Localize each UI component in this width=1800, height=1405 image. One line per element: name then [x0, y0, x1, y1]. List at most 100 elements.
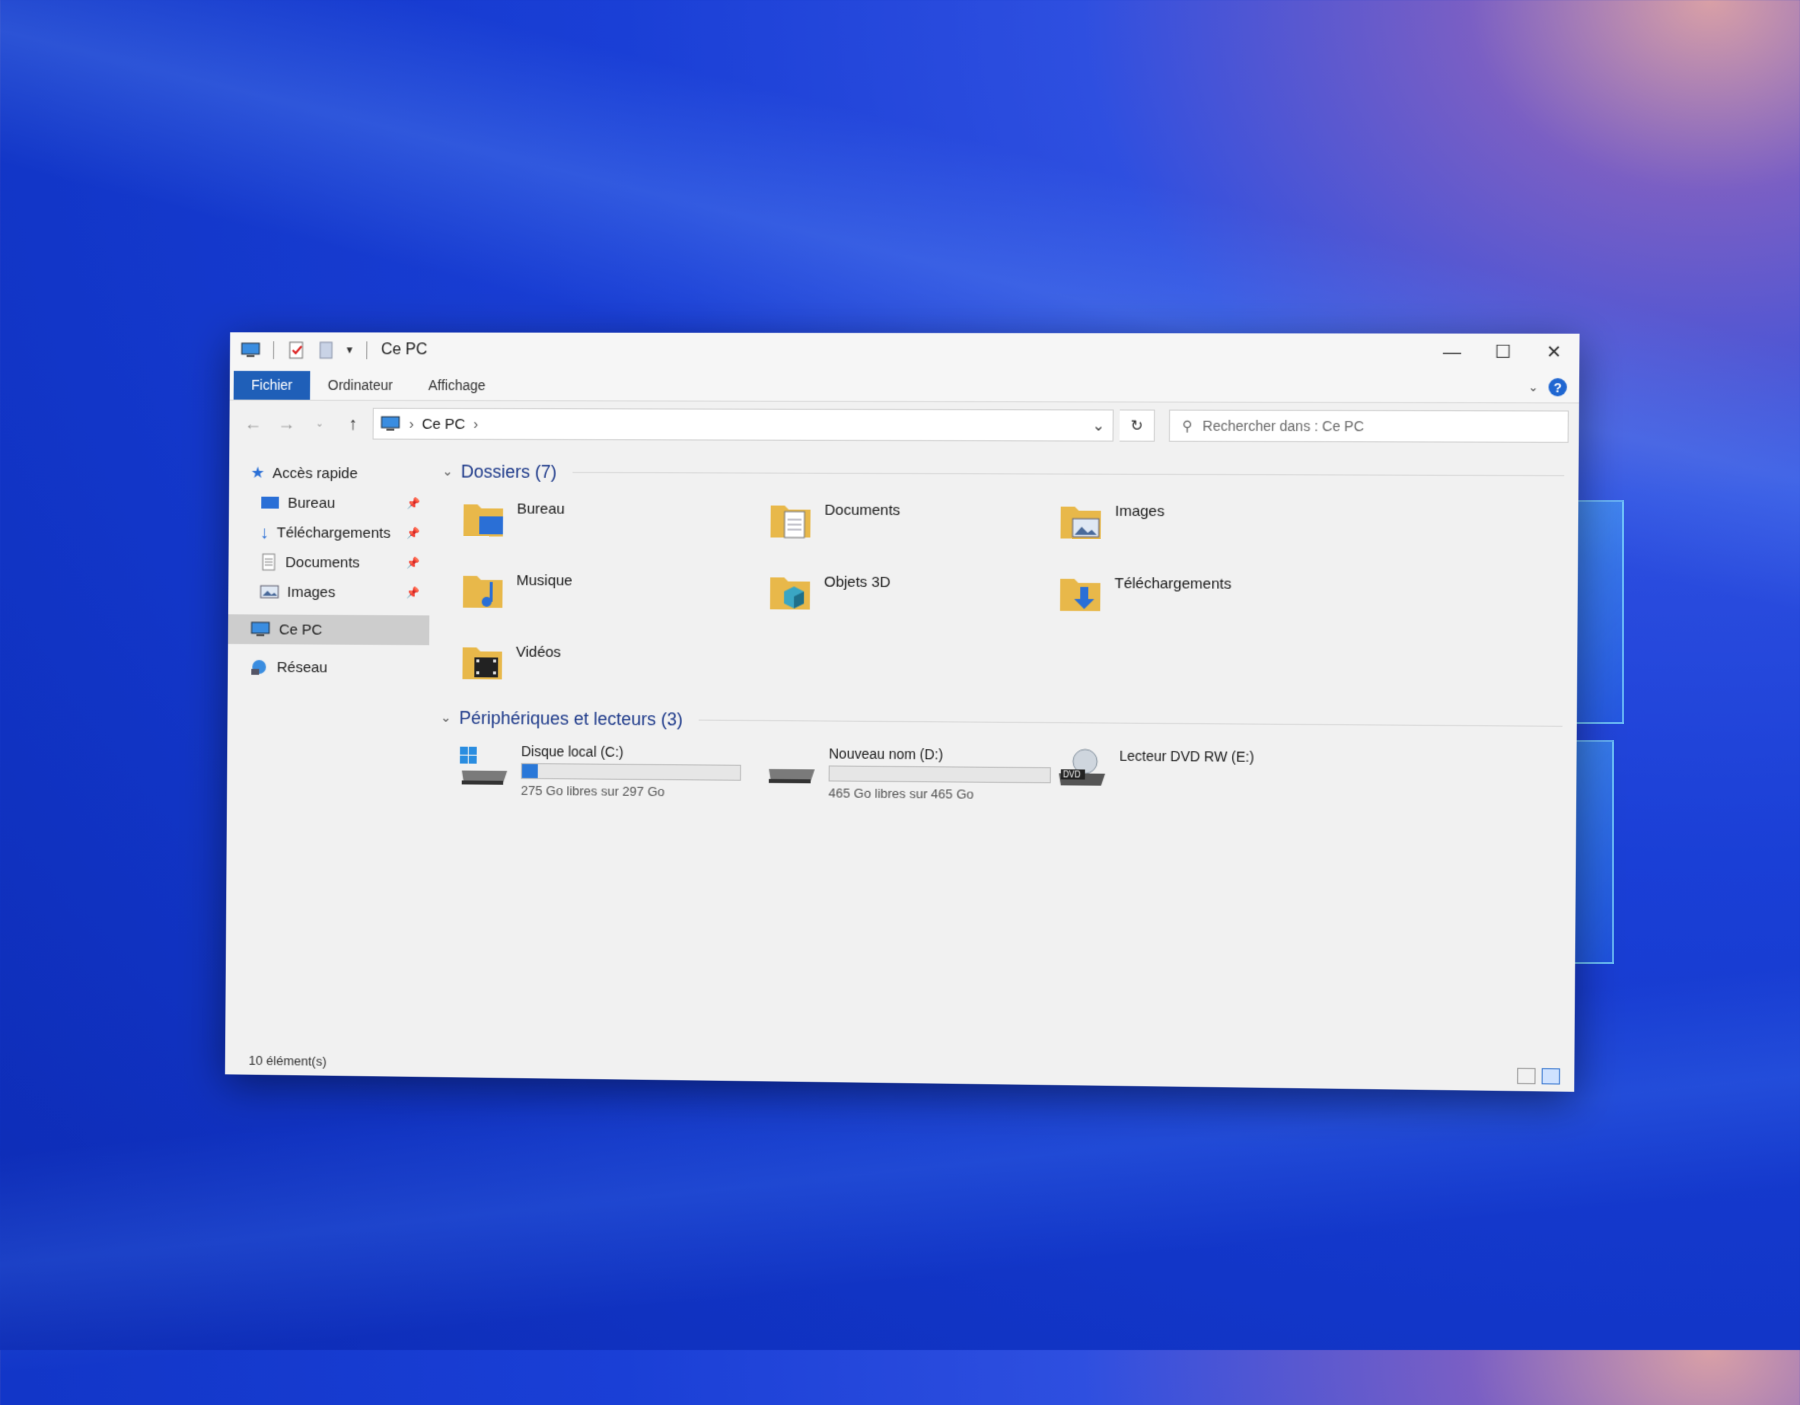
images-folder-icon [1056, 497, 1105, 545]
folder-label: Bureau [517, 495, 565, 518]
up-button[interactable]: ↑ [339, 410, 367, 438]
folder-label: Images [1115, 497, 1165, 520]
nav-label: Ce PC [279, 621, 322, 638]
svg-text:DVD: DVD [1063, 770, 1081, 779]
documents-folder-icon [766, 496, 814, 544]
forward-button[interactable]: → [272, 410, 300, 438]
tab-file[interactable]: Fichier [234, 371, 311, 400]
nav-label: Téléchargements [277, 524, 391, 541]
window-title: Ce PC [381, 341, 427, 359]
nav-network[interactable]: Réseau [228, 652, 429, 683]
folder-item[interactable]: Musique [459, 566, 766, 623]
expand-ribbon-icon[interactable]: ⌄ [1528, 380, 1538, 394]
new-folder-icon[interactable] [315, 341, 337, 359]
group-title: Périphériques et lecteurs (3) [459, 707, 683, 729]
folder-label: Objets 3D [824, 568, 891, 591]
title-bar: ▼ Ce PC — ☐ ✕ [230, 332, 1580, 370]
drive-free-space: 465 Go libres sur 465 Go [828, 785, 1050, 802]
desktop-folder-icon [459, 494, 507, 542]
nav-images[interactable]: Images 📌 [228, 577, 429, 608]
navigation-pane: ★ Accès rapide Bureau 📌 ↓ Téléchargement… [225, 446, 430, 1042]
drive-item[interactable]: Nouveau nom (D:) 465 Go libres sur 465 G… [765, 745, 1055, 802]
folder-item[interactable]: Bureau [459, 494, 766, 551]
large-icons-view-button[interactable] [1542, 1068, 1560, 1084]
collapse-chevron-icon[interactable]: ⌄ [440, 710, 451, 726]
navigation-bar: ← → ⌄ ↑ › Ce PC › ⌄ ↻ ⚲ Rechercher dans … [229, 401, 1579, 450]
maximize-button[interactable]: ☐ [1477, 334, 1528, 370]
drive-free-space: 275 Go libres sur 297 Go [521, 783, 741, 800]
breadcrumb-location[interactable]: Ce PC [422, 415, 466, 432]
recent-locations-icon[interactable]: ⌄ [306, 410, 334, 438]
customize-toolbar-icon[interactable]: ▼ [345, 345, 355, 356]
folder-label: Documents [824, 496, 900, 519]
folders-group-header[interactable]: ⌄ Dossiers (7) [442, 457, 1564, 491]
nav-label: Réseau [277, 659, 328, 676]
music-folder-icon [459, 566, 507, 614]
images-icon [260, 584, 280, 600]
drive-label: Nouveau nom (D:) [829, 745, 1051, 763]
close-button[interactable]: ✕ [1528, 334, 1579, 370]
nav-downloads[interactable]: ↓ Téléchargements 📌 [229, 517, 430, 548]
file-explorer-window: ▼ Ce PC — ☐ ✕ Fichier Ordinateur Afficha… [225, 332, 1580, 1091]
folder-label: Musique [516, 566, 572, 589]
desktop-icon [260, 495, 280, 511]
nav-desktop[interactable]: Bureau 📌 [229, 488, 430, 518]
folder-item[interactable]: Vidéos [458, 637, 765, 695]
star-icon: ★ [251, 463, 265, 483]
videos-folder-icon [458, 637, 506, 685]
tab-view[interactable]: Affichage [410, 371, 503, 400]
minimize-button[interactable]: — [1426, 334, 1477, 370]
search-icon: ⚲ [1182, 417, 1192, 434]
pin-icon: 📌 [406, 586, 420, 599]
drive-usage-bar [521, 763, 741, 781]
drive-label: Disque local (C:) [521, 743, 741, 761]
this-pc-icon [379, 415, 401, 433]
collapse-chevron-icon[interactable]: ⌄ [442, 464, 453, 480]
content-pane: ⌄ Dossiers (7) Bureau Documents Images [426, 447, 1578, 1057]
this-pc-icon [250, 620, 272, 638]
toolbar-separator [366, 341, 367, 359]
breadcrumb-chevron-icon[interactable]: › [473, 415, 478, 432]
search-placeholder: Rechercher dans : Ce PC [1202, 418, 1364, 435]
dvd-drive-icon: DVD [1055, 747, 1110, 794]
address-dropdown-icon[interactable]: ⌄ [1084, 416, 1112, 434]
tab-computer[interactable]: Ordinateur [310, 371, 411, 400]
nav-this-pc[interactable]: Ce PC [228, 614, 429, 645]
refresh-button[interactable]: ↻ [1120, 409, 1155, 441]
drive-item[interactable]: DVD Lecteur DVD RW (E:) [1055, 747, 1358, 805]
drives-grid: Disque local (C:) 275 Go libres sur 297 … [440, 733, 1562, 807]
hard-drive-icon [765, 745, 819, 791]
folder-item[interactable]: Objets 3D [766, 567, 1056, 625]
3d-objects-folder-icon [766, 567, 814, 615]
documents-icon [260, 553, 278, 571]
nav-documents[interactable]: Documents 📌 [228, 547, 429, 578]
download-icon: ↓ [260, 522, 269, 543]
breadcrumb-chevron-icon[interactable]: › [409, 415, 414, 432]
nav-label: Documents [285, 554, 360, 571]
nav-label: Images [287, 583, 335, 600]
network-icon [249, 658, 269, 676]
details-view-button[interactable] [1517, 1068, 1535, 1084]
folder-item[interactable]: Documents [766, 496, 1056, 553]
pin-icon: 📌 [407, 526, 421, 539]
downloads-folder-icon [1056, 569, 1105, 617]
window-controls: — ☐ ✕ [1426, 334, 1579, 371]
nav-quick-access[interactable]: ★ Accès rapide [229, 458, 430, 488]
folder-item[interactable]: Téléchargements [1056, 569, 1359, 627]
group-title: Dossiers (7) [461, 461, 557, 482]
drive-item[interactable]: Disque local (C:) 275 Go libres sur 297 … [458, 743, 765, 800]
search-box[interactable]: ⚲ Rechercher dans : Ce PC [1169, 410, 1569, 443]
quick-access-toolbar: ▼ [240, 341, 371, 359]
address-bar[interactable]: › Ce PC › ⌄ [373, 408, 1114, 442]
folder-label: Téléchargements [1114, 569, 1231, 593]
nav-label: Accès rapide [273, 465, 358, 482]
windows-drive-icon [458, 743, 512, 789]
pin-icon: 📌 [406, 556, 420, 569]
pin-icon: 📌 [407, 497, 421, 510]
help-icon[interactable]: ? [1548, 378, 1566, 396]
properties-icon[interactable] [286, 341, 308, 359]
back-button[interactable]: ← [239, 410, 267, 438]
drive-usage-bar [829, 765, 1051, 783]
folder-item[interactable]: Images [1056, 497, 1359, 555]
ribbon-tabs: Fichier Ordinateur Affichage ⌄ ? [230, 368, 1580, 404]
